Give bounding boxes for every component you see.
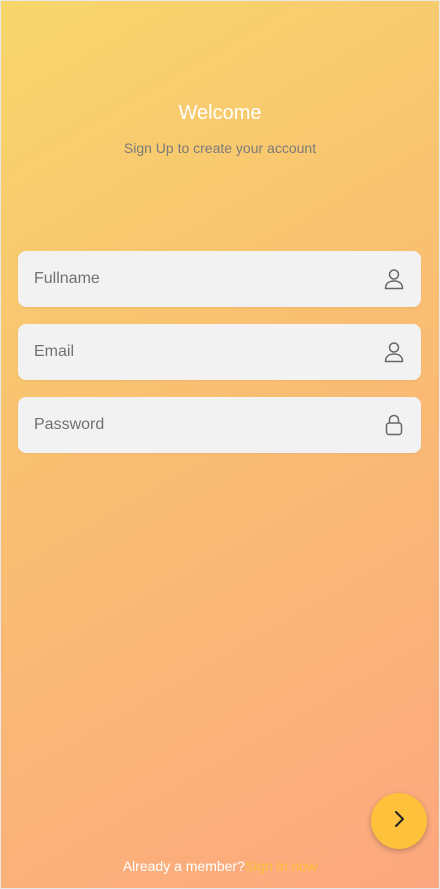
email-input[interactable] <box>18 324 383 380</box>
lock-icon <box>383 414 405 436</box>
already-member-text: Already a member? <box>122 858 245 874</box>
email-field[interactable] <box>18 324 421 380</box>
sign-in-link[interactable]: Sign in now <box>245 858 317 874</box>
next-button[interactable] <box>371 793 427 849</box>
fullname-field[interactable] <box>18 251 421 307</box>
user-icon <box>383 268 405 290</box>
chevron-right-icon <box>392 809 406 834</box>
password-field[interactable] <box>18 397 421 453</box>
footer: Already a member?Sign in now <box>1 858 439 874</box>
page-subtitle: Sign Up to create your account <box>123 140 317 156</box>
page-title: Welcome <box>178 102 262 124</box>
signup-screen: Welcome Sign Up to create your account F… <box>0 0 440 889</box>
password-input[interactable] <box>18 397 383 453</box>
user-icon <box>383 341 405 363</box>
fullname-input[interactable] <box>18 251 383 307</box>
